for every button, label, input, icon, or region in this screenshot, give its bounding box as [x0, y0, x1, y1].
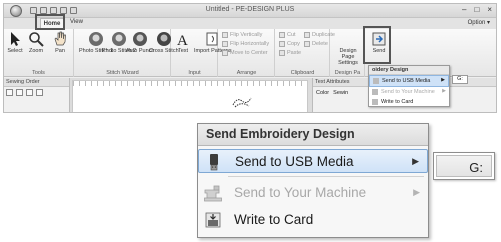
- drive-g-item[interactable]: G:: [436, 155, 492, 177]
- sewing-order-tool-icon[interactable]: [36, 89, 43, 96]
- ruler: [73, 81, 307, 86]
- chevron-right-icon: ▶: [413, 187, 420, 197]
- window-title: Untitled - PE-DESIGN PLUS: [205, 6, 295, 13]
- drive-g-label: G:: [469, 160, 483, 175]
- group-tools: Select Zoom Pan Tools: [4, 29, 74, 77]
- send-menu-small-header: oidery Design: [369, 66, 449, 75]
- cursor-icon: [11, 32, 20, 46]
- design-page-settings-button[interactable]: Design Page Settings: [333, 47, 363, 66]
- group-arrange: Flip Vertically Flip Horizontally Move t…: [219, 29, 275, 77]
- highlight-home-tab: [35, 14, 65, 30]
- group-clipboard: Cut Copy Paste Duplicate Delete Clipboar…: [276, 29, 335, 77]
- sewing-label: Sewin: [333, 90, 349, 96]
- sewing-order-toolbar: [4, 87, 69, 98]
- delete-button[interactable]: Delete: [304, 41, 328, 47]
- send-to-usb-media-label: Send to USB Media: [235, 154, 354, 169]
- send-to-your-machine-item: Send to Your Machine ▶: [198, 181, 428, 205]
- paste-button[interactable]: Paste: [279, 50, 301, 56]
- ribbon-tabs: Home View Option ▾: [4, 18, 496, 29]
- delete-icon: [304, 41, 310, 47]
- sewing-order-tool-icon[interactable]: [16, 89, 23, 96]
- portrait-icon: [156, 32, 171, 46]
- tab-view[interactable]: View: [70, 19, 83, 25]
- mini-write-to-card-item[interactable]: Write to Card: [369, 97, 449, 107]
- sewing-order-tool-icon[interactable]: [26, 89, 33, 96]
- card-write-icon: [205, 212, 221, 228]
- portrait-icon: [112, 32, 127, 46]
- title-bar: Untitled - PE-DESIGN PLUS – □ ×: [4, 4, 496, 18]
- send-menu-small: oidery Design Send to USB Media ▶ Send to…: [368, 65, 450, 107]
- sewing-order-title: Sewing Order: [4, 78, 69, 87]
- menu-separator: [228, 176, 424, 177]
- flip-vertically-button[interactable]: Flip Vertically: [222, 32, 262, 38]
- hand-icon: [54, 31, 66, 46]
- maximize-button[interactable]: □: [474, 5, 479, 14]
- minimize-button[interactable]: –: [462, 5, 466, 14]
- svg-text:A: A: [177, 33, 188, 47]
- move-to-center-button[interactable]: Move to Center: [222, 50, 268, 56]
- scissors-icon: [279, 32, 285, 38]
- cut-button[interactable]: Cut: [279, 32, 296, 38]
- write-to-card-label: Write to Card: [234, 212, 314, 227]
- text-icon: A: [177, 33, 188, 47]
- chevron-right-icon: ▶: [441, 77, 445, 83]
- design-canvas[interactable]: [72, 80, 308, 112]
- center-icon: [222, 50, 228, 56]
- color-label: Color: [316, 90, 330, 96]
- usb-drive-icon: [210, 154, 218, 171]
- send-embroidery-menu: Send Embroidery Design Send to USB Media…: [197, 123, 429, 238]
- highlight-send-button: [363, 26, 391, 64]
- sewing-machine-icon: [204, 185, 222, 202]
- flip-vertical-icon: [222, 32, 228, 38]
- copy-icon: [279, 41, 285, 47]
- app-window: Untitled - PE-DESIGN PLUS – □ × Home Vie…: [3, 3, 497, 113]
- send-to-usb-media-item[interactable]: Send to USB Media ▶: [198, 149, 428, 173]
- chevron-right-icon: ▶: [442, 88, 446, 94]
- sewing-order-tool-icon[interactable]: [6, 89, 13, 96]
- mini-send-to-usb-item[interactable]: Send to USB Media ▶: [369, 75, 449, 87]
- group-design-page: Design Page Settings Design Pa: [331, 29, 365, 77]
- text-button[interactable]: A Text: [175, 31, 191, 54]
- group-label-tools: Tools: [32, 70, 45, 76]
- send-menu-header: Send Embroidery Design: [198, 124, 428, 146]
- window-controls: – □ ×: [462, 5, 492, 14]
- zoom-button[interactable]: Zoom: [28, 31, 44, 54]
- flip-horizontal-icon: [222, 41, 228, 47]
- copy-button[interactable]: Copy: [279, 41, 300, 47]
- flip-horizontally-button[interactable]: Flip Horizontally: [222, 41, 269, 47]
- send-to-your-machine-label: Send to Your Machine: [234, 185, 367, 200]
- option-menu[interactable]: Option ▾: [468, 19, 490, 26]
- portrait-icon: [133, 32, 148, 46]
- group-label-stitch-wizard: Stitch Wizard: [106, 70, 139, 76]
- group-label-arrange: Arrange: [236, 70, 257, 76]
- paste-icon: [279, 50, 285, 56]
- mini-send-to-machine-item: Send to Your Machine ▶: [369, 87, 449, 97]
- duplicate-icon: [304, 32, 310, 38]
- select-button[interactable]: Select: [7, 31, 23, 54]
- group-input: A Text Import Patterns Input: [172, 29, 232, 77]
- magnifier-icon: [29, 32, 44, 47]
- group-stitch-wizard: Photo Stitch 1 Photo Stitch 2 Auto Punch…: [75, 29, 179, 77]
- group-label-input: Input: [188, 70, 201, 76]
- write-to-card-item[interactable]: Write to Card: [198, 208, 428, 232]
- embroidery-pattern-icon: [232, 97, 252, 108]
- chevron-right-icon: ▶: [412, 156, 419, 166]
- usb-drive-submenu: G:: [433, 152, 495, 180]
- group-label-clipboard: Clipboard: [290, 70, 315, 76]
- sewing-order-panel: Sewing Order: [4, 78, 70, 112]
- close-button[interactable]: ×: [487, 5, 492, 14]
- pan-button[interactable]: Pan: [52, 31, 68, 54]
- group-label-design-page: Design Pa: [334, 70, 361, 76]
- mini-drive-submenu[interactable]: G:: [452, 75, 468, 84]
